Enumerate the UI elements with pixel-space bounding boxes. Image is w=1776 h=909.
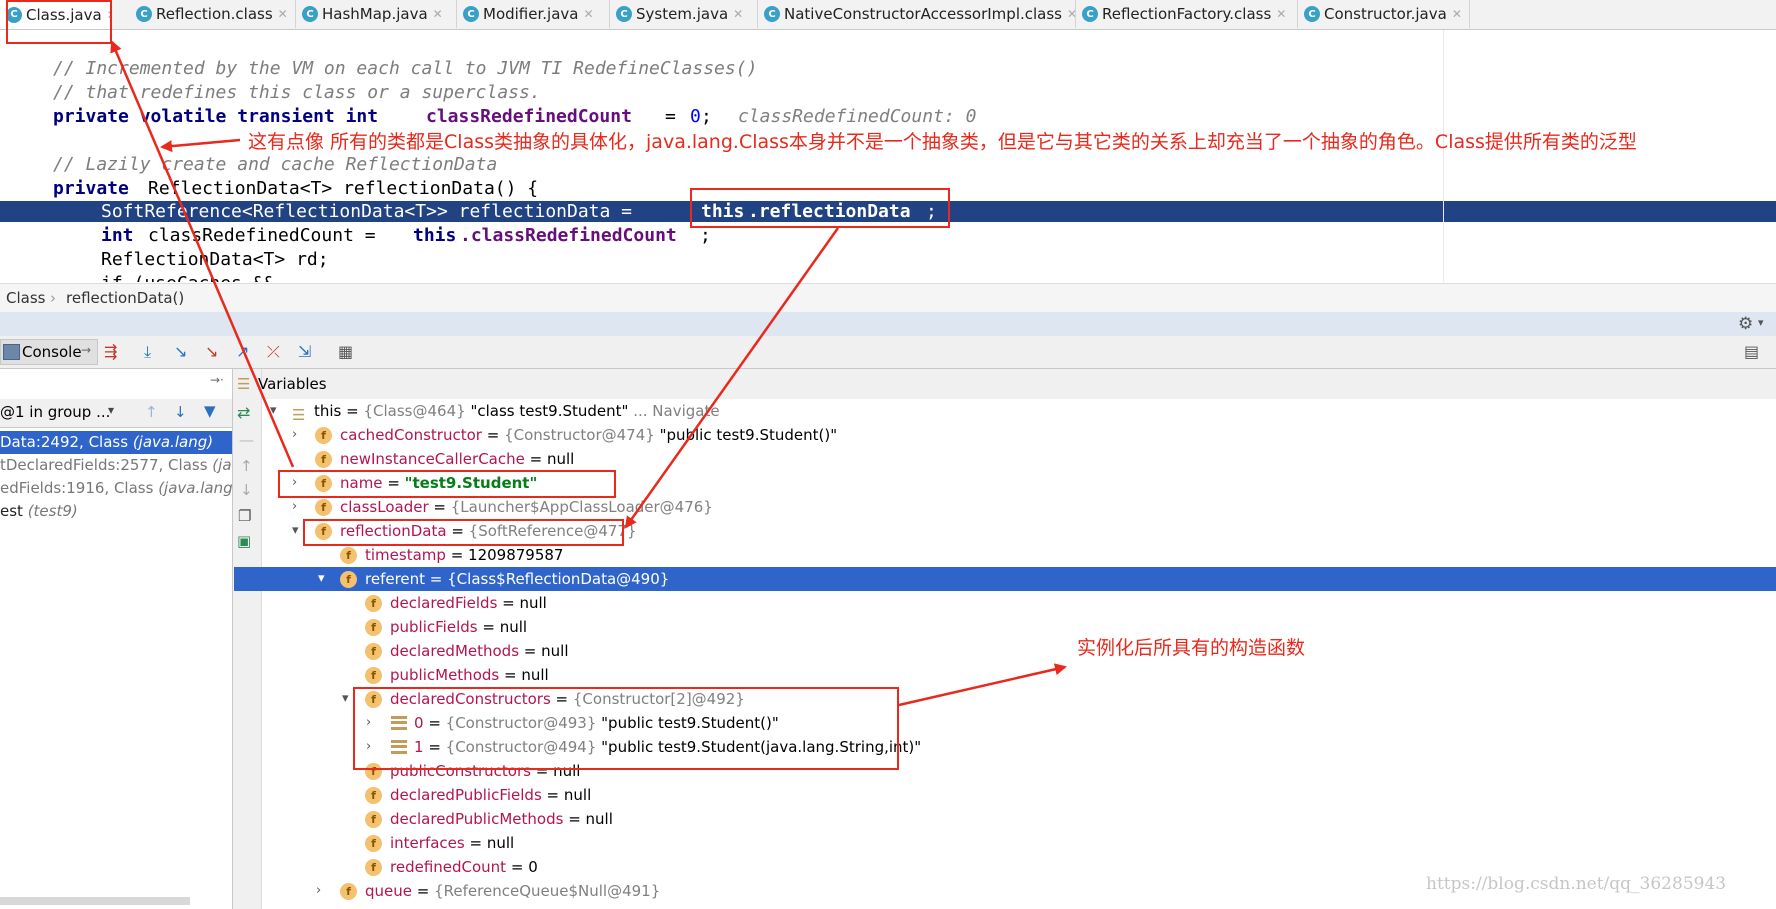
arrow-to-class-tab: [110, 40, 295, 468]
watermark: https://blog.csdn.net/qq_36285943: [1426, 874, 1727, 894]
arrow-to-code: [160, 138, 241, 153]
arrow-to-reflectiondata: [624, 227, 840, 529]
arrow-constructor-note: [898, 663, 1067, 707]
annotation-arrows: [110, 40, 1067, 707]
